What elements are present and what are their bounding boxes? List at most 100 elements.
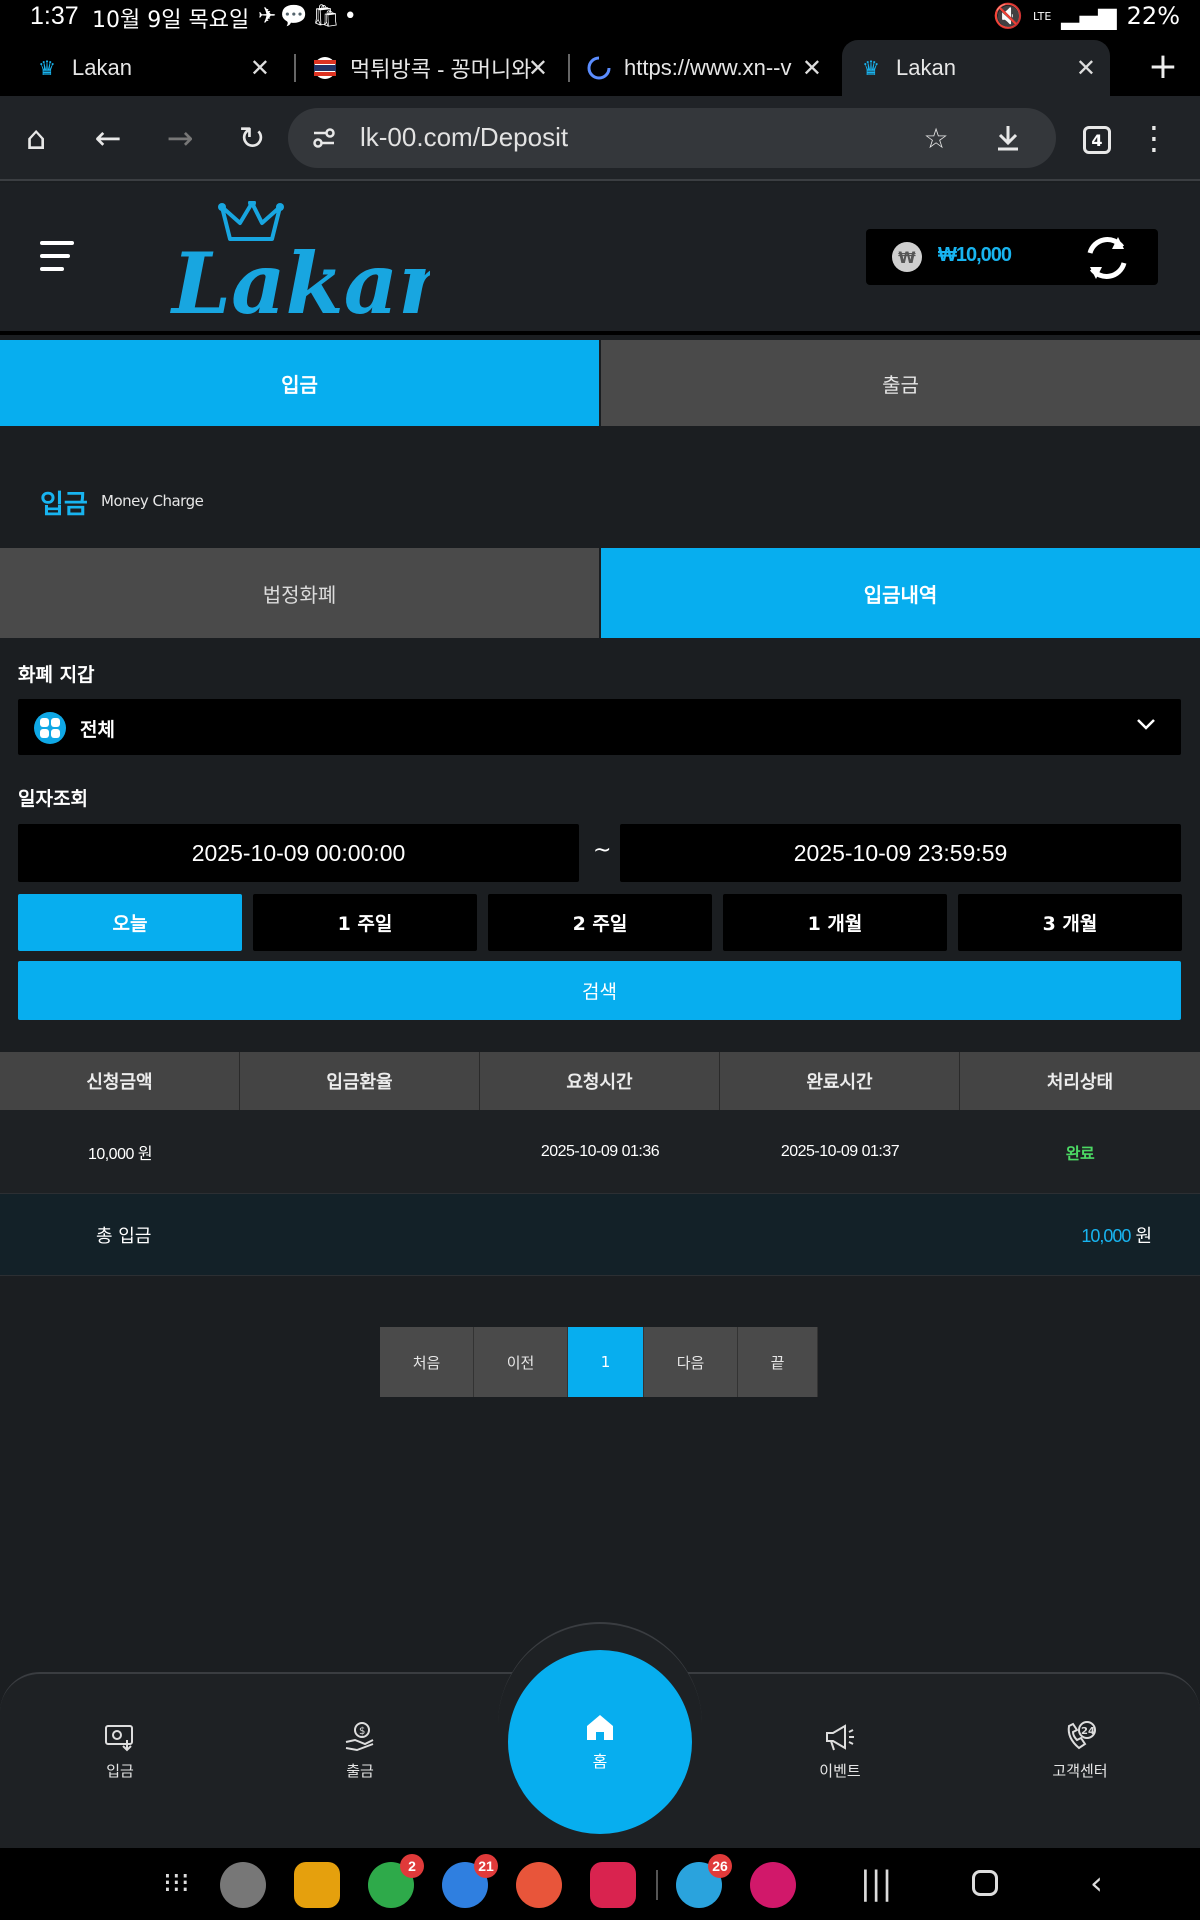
crown-icon: ♛ (862, 57, 880, 80)
close-icon[interactable]: ✕ (802, 54, 822, 83)
wallet-selected-value: 전체 (80, 719, 115, 741)
nav-withdraw[interactable]: $ 출금 (280, 1720, 440, 1781)
nav-deposit[interactable]: 입금 (40, 1720, 200, 1781)
range-3month-button[interactable]: 3 개월 (958, 894, 1182, 951)
page-last[interactable]: 끝 (738, 1327, 818, 1397)
status-time: 1:37 (30, 2, 79, 30)
new-tab-button[interactable]: + (1148, 46, 1178, 87)
browser-tab-2[interactable]: 먹튀방콕 - 꽁머니와 ✕ (312, 40, 562, 96)
pagination: 처음 이전 1 다음 끝 (380, 1327, 818, 1397)
crown-icon: ♛ (38, 57, 56, 80)
tab-title: Lakan (72, 55, 132, 80)
date-from-input[interactable]: 2025-10-09 00:00:00 (18, 824, 579, 882)
nav-event-label: 이벤트 (819, 1762, 861, 1780)
nav-home-label: 홈 (592, 1752, 608, 1771)
more-menu-icon[interactable]: ⋮ (1130, 114, 1178, 162)
close-icon[interactable]: ✕ (528, 54, 548, 83)
bookmark-star-icon[interactable]: ☆ (916, 118, 956, 158)
phone-app-icon[interactable]: 2 (368, 1854, 424, 1908)
tab-title: Lakan (896, 55, 956, 80)
nav-support[interactable]: 24 고객센터 (1000, 1720, 1160, 1781)
messages-badge: 21 (474, 1854, 498, 1878)
reload-icon[interactable]: ↻ (228, 114, 276, 162)
home-icon[interactable]: ⌂ (12, 114, 60, 162)
page-first[interactable]: 처음 (380, 1327, 474, 1397)
close-icon[interactable]: ✕ (250, 54, 270, 83)
column-header: 입금환율 (240, 1052, 480, 1110)
cell-requested: 2025-10-09 01:36 (540, 1143, 660, 1160)
battery-text: 22% (1126, 2, 1180, 30)
cell-completed: 2025-10-09 01:37 (780, 1143, 900, 1160)
date-to-input[interactable]: 2025-10-09 23:59:59 (620, 824, 1181, 882)
tab-fiat[interactable]: 법정화폐 (0, 548, 599, 638)
range-1week-button[interactable]: 1 주일 (253, 894, 477, 951)
browser-tab-4-active[interactable]: ♛ Lakan ✕ (842, 40, 1110, 96)
browser-tab-1[interactable]: ♛ Lakan ✕ (34, 40, 284, 96)
home-circle-icon[interactable] (972, 1870, 998, 1896)
url-text[interactable]: lk-00.com/Deposit (360, 122, 568, 153)
site-header: Lakan ₩ ₩10,000 (0, 183, 1200, 335)
site-settings-icon[interactable] (304, 118, 344, 158)
nav-event[interactable]: 이벤트 (760, 1720, 920, 1781)
camera-app-icon[interactable] (590, 1862, 636, 1908)
wallet-label: 화폐 지갑 (18, 664, 95, 686)
column-header: 요청시간 (480, 1052, 720, 1110)
cell-amount: 10,000 원 (87, 1146, 153, 1163)
table-header: 신청금액 입금환율 요청시간 완료시간 처리상태 (0, 1052, 1200, 1110)
lakan-logo[interactable]: Lakan (170, 201, 430, 321)
telegram-badge: 26 (708, 1854, 732, 1878)
app-drawer-icon[interactable]: ⁝⁝⁝ (163, 1866, 190, 1899)
range-today-button[interactable]: 오늘 (18, 894, 242, 951)
forward-arrow-icon[interactable]: → (156, 114, 204, 162)
date-label: 일자조회 (18, 788, 88, 810)
phone-badge: 2 (400, 1854, 424, 1878)
thailand-flag-icon (312, 55, 338, 81)
range-1month-button[interactable]: 1 개월 (723, 894, 947, 951)
total-label: 총 입금 (96, 1226, 152, 1247)
system-nav-bar: ⁝⁝⁝ 2 21 26 ||| ‹ (0, 1848, 1200, 1920)
home-icon (587, 1715, 613, 1740)
tab-count-button[interactable]: 4 (1083, 126, 1111, 154)
page-prev[interactable]: 이전 (474, 1327, 568, 1397)
browser-tab-strip: ♛ Lakan ✕ 먹튀방콕 - 꽁머니와 ✕ https://www.xn--… (0, 36, 1200, 96)
balance-amount: ₩10,000 (938, 244, 1012, 266)
download-icon[interactable] (988, 118, 1028, 158)
messages-app-icon[interactable]: 21 (442, 1854, 498, 1908)
cell-rate (240, 1110, 480, 1194)
nav-withdraw-label: 출금 (346, 1762, 374, 1780)
nav-home-button[interactable]: 홈 (508, 1650, 692, 1834)
search-button[interactable]: 검색 (18, 961, 1181, 1020)
address-bar[interactable]: lk-00.com/Deposit ☆ (288, 108, 1056, 168)
close-icon[interactable]: ✕ (1076, 54, 1096, 83)
chevron-down-icon (1137, 719, 1155, 730)
tab-deposit[interactable]: 입금 (0, 340, 599, 426)
loading-spinner-icon (586, 55, 612, 81)
hamburger-menu-icon[interactable] (40, 241, 74, 280)
flower-app-icon[interactable] (750, 1862, 796, 1908)
refresh-icon[interactable] (1082, 233, 1132, 283)
tab-withdraw[interactable]: 출금 (601, 340, 1200, 426)
won-coin-icon: ₩ (892, 242, 922, 272)
svg-text:24: 24 (1081, 1726, 1095, 1737)
total-amount: 10,000 원 (1081, 1226, 1152, 1246)
contacts-app-icon[interactable] (516, 1862, 562, 1908)
status-badge: 완료 (1065, 1146, 1095, 1163)
back-chevron-icon[interactable]: ‹ (1090, 1864, 1103, 1902)
wallet-select[interactable]: 전체 (18, 699, 1181, 755)
tab-deposit-history[interactable]: 입금내역 (601, 548, 1200, 638)
telegram-app-icon[interactable]: 26 (676, 1854, 732, 1908)
page-current[interactable]: 1 (568, 1327, 644, 1397)
main-tabs: 입금 출금 (0, 340, 1200, 426)
status-bar: 1:37 10월 9일 목요일 ✈💬🛍• 🔇 LTE ▂▄▆ 22% (0, 0, 1200, 36)
range-2week-button[interactable]: 2 주일 (488, 894, 712, 951)
logo-text: Lakan (170, 234, 430, 321)
withdraw-icon: $ (345, 1722, 374, 1752)
page-next[interactable]: 다음 (644, 1327, 738, 1397)
browser-tab-3[interactable]: https://www.xn--v ✕ (586, 40, 836, 96)
back-arrow-icon[interactable]: ← (84, 114, 132, 162)
browser-app-icon[interactable] (220, 1862, 266, 1908)
files-app-icon[interactable] (294, 1862, 340, 1908)
column-header: 신청금액 (0, 1052, 240, 1110)
recent-apps-icon[interactable]: ||| (860, 1864, 892, 1902)
signal-icon: ▂▄▆ (1061, 2, 1117, 30)
